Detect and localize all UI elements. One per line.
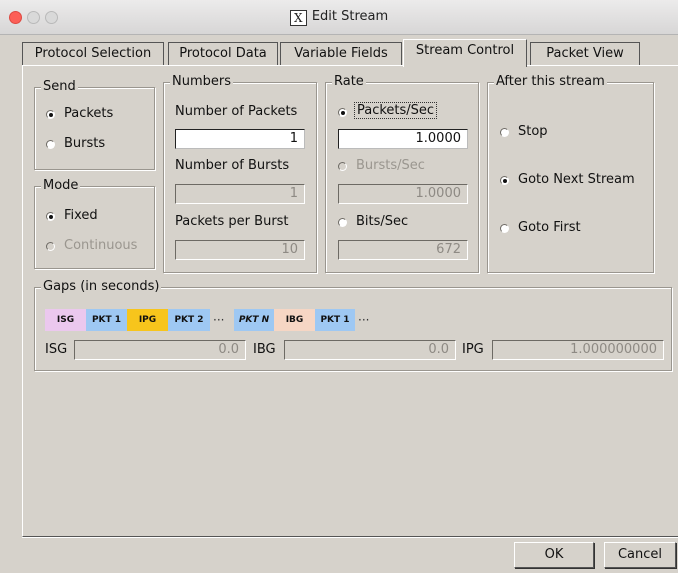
- send-bursts-radio[interactable]: [46, 140, 55, 149]
- num-bursts-input[interactable]: 1: [175, 184, 305, 204]
- isg-label: ISG: [45, 342, 68, 357]
- send-packets-label: Packets: [64, 106, 114, 121]
- ibg-input[interactable]: 0.0: [284, 340, 456, 360]
- gap-diagram-pkt1-repeat: PKT 1: [315, 309, 355, 331]
- after-goto-first-radio[interactable]: [500, 224, 509, 233]
- rate-packets-sec-radio[interactable]: [338, 108, 347, 117]
- after-goto-next-label: Goto Next Stream: [518, 172, 635, 187]
- gap-diagram-ibg: IBG: [274, 309, 315, 331]
- gap-diagram-ellipsis: ···: [213, 313, 225, 327]
- num-bursts-label: Number of Bursts: [175, 158, 290, 173]
- cancel-button[interactable]: Cancel: [604, 542, 676, 568]
- mode-continuous-radio[interactable]: [46, 242, 55, 251]
- isg-input[interactable]: 0.0: [74, 340, 246, 360]
- gap-diagram-pkt1: PKT 1: [86, 309, 127, 331]
- after-goto-next-radio[interactable]: [500, 176, 509, 185]
- tab-stream-control[interactable]: Stream Control: [403, 39, 527, 67]
- rate-group-title: Rate: [332, 74, 366, 89]
- bits-sec-input[interactable]: 672: [338, 240, 468, 260]
- ibg-label: IBG: [253, 342, 276, 357]
- ok-button[interactable]: OK: [514, 542, 594, 568]
- button-separator: [22, 537, 678, 538]
- gap-diagram-pktn: PKT N: [234, 309, 274, 331]
- gap-diagram-pkt2: PKT 2: [168, 309, 210, 331]
- title-bar: X Edit Stream: [0, 0, 678, 35]
- send-packets-radio[interactable]: [46, 110, 55, 119]
- tab-protocol-data[interactable]: Protocol Data: [168, 42, 278, 65]
- packets-per-burst-label: Packets per Burst: [175, 214, 289, 229]
- rate-packets-sec-label: Packets/Sec: [354, 102, 438, 119]
- mode-fixed-radio[interactable]: [46, 212, 55, 221]
- gap-diagram-isg: ISG: [45, 309, 86, 331]
- rate-bursts-sec-radio[interactable]: [338, 162, 347, 171]
- mode-group-title: Mode: [41, 178, 81, 193]
- packets-sec-input[interactable]: 1.0000: [338, 129, 468, 149]
- ipg-input[interactable]: 1.000000000: [492, 340, 664, 360]
- after-stop-radio[interactable]: [500, 128, 509, 137]
- window-title: X Edit Stream: [0, 9, 678, 26]
- ipg-label: IPG: [462, 342, 484, 357]
- mode-fixed-label: Fixed: [64, 208, 98, 223]
- mode-group: Mode: [34, 178, 155, 269]
- tab-bar: Protocol Selection Protocol Data Variabl…: [22, 39, 672, 67]
- packets-per-burst-input[interactable]: 10: [175, 240, 305, 260]
- gap-diagram-ipg: IPG: [127, 309, 168, 331]
- bursts-sec-input[interactable]: 1.0000: [338, 184, 468, 204]
- num-packets-input[interactable]: 1: [175, 129, 305, 149]
- edit-stream-window: X Edit Stream Protocol Selection Protocol…: [0, 0, 678, 573]
- x11-app-icon: X: [289, 10, 307, 26]
- mode-continuous-label: Continuous: [64, 238, 138, 253]
- tab-packet-view[interactable]: Packet View: [530, 42, 640, 65]
- gaps-group-title: Gaps (in seconds): [41, 279, 162, 294]
- gap-diagram-ellipsis-end: ···: [358, 313, 370, 327]
- send-bursts-label: Bursts: [64, 136, 106, 151]
- rate-bursts-sec-label: Bursts/Sec: [356, 158, 425, 173]
- numbers-group-title: Numbers: [170, 74, 233, 89]
- send-group: Send: [34, 79, 155, 170]
- after-goto-first-label: Goto First: [518, 220, 581, 235]
- send-group-title: Send: [41, 79, 78, 94]
- after-stop-label: Stop: [518, 124, 548, 139]
- tab-variable-fields[interactable]: Variable Fields: [280, 42, 402, 65]
- tab-protocol-selection[interactable]: Protocol Selection: [22, 42, 164, 65]
- rate-bits-sec-radio[interactable]: [338, 218, 347, 227]
- after-stream-group-title: After this stream: [494, 74, 607, 89]
- num-packets-label: Number of Packets: [175, 104, 298, 119]
- rate-bits-sec-label: Bits/Sec: [356, 214, 409, 229]
